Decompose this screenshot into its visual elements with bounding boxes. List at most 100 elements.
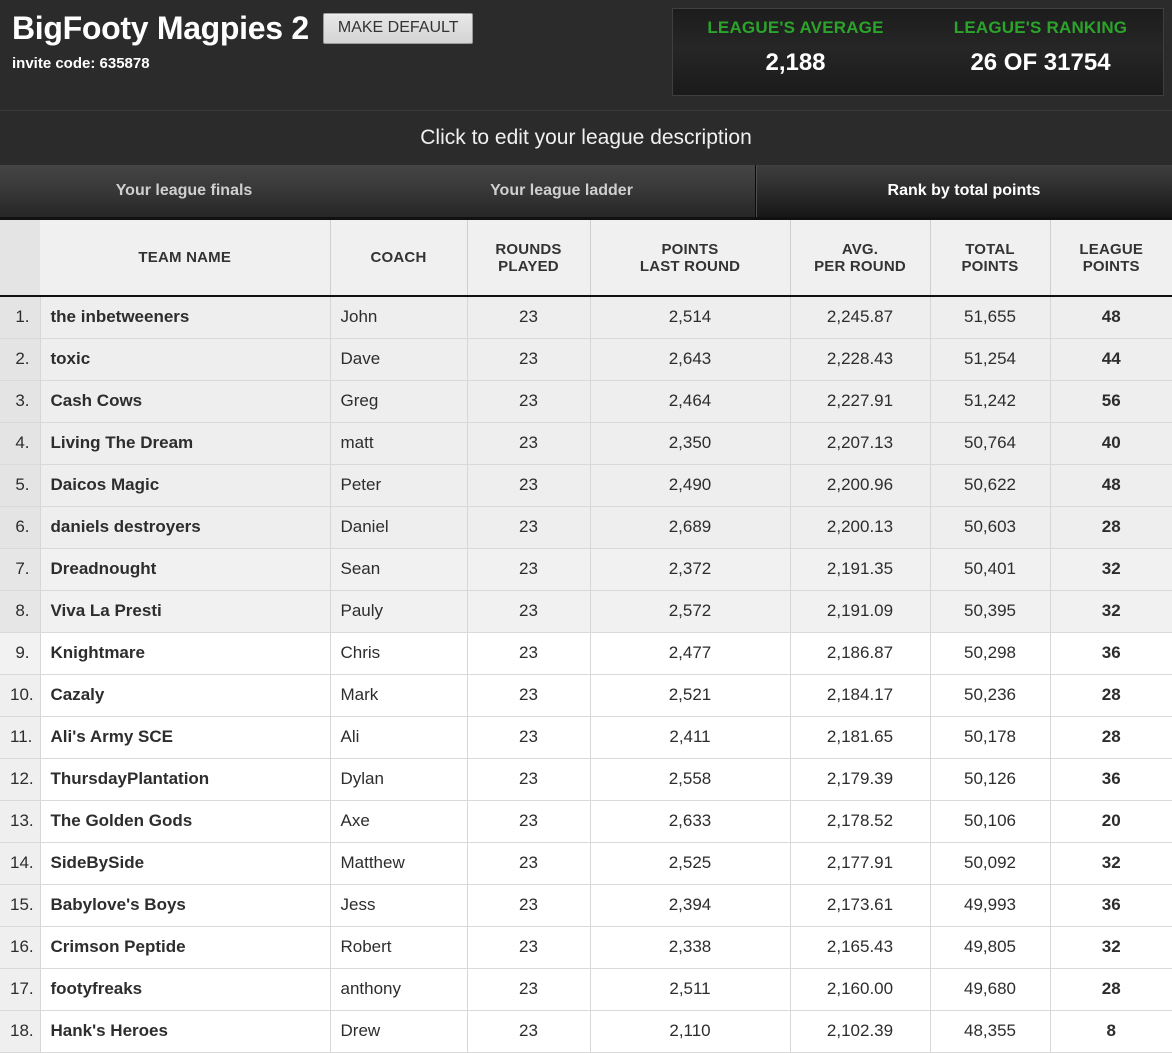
league-title-row: BigFooty Magpies 2 MAKE DEFAULT: [12, 8, 474, 48]
table-row[interactable]: 1. the inbetweeners John 23 2,514 2,245.87 51,…: [0, 296, 1172, 339]
cell-rounds-played: 23: [467, 716, 591, 759]
cell-league-points: 36: [1050, 632, 1172, 675]
table-row[interactable]: 11. Ali's Army SCE Ali 23 2,411 2,181.65 50,17…: [0, 716, 1172, 759]
table-row[interactable]: 3. Cash Cows Greg 23 2,464 2,227.91 51,242 56: [0, 380, 1172, 423]
cell-rank: 1.: [0, 296, 41, 339]
cell-total-points: 50,092: [930, 842, 1051, 885]
cell-rounds-played: 23: [467, 884, 591, 927]
cell-rounds-played: 23: [467, 926, 591, 969]
table-header-row: TEAM NAME COACH ROUNDS PLAYED POINTS LAS…: [0, 220, 1172, 297]
column-header-points-last-round[interactable]: POINTS LAST ROUND: [590, 220, 791, 297]
cell-rank: 8.: [0, 590, 41, 633]
cell-points-last-round: 2,514: [590, 296, 791, 339]
cell-total-points: 51,242: [930, 380, 1051, 423]
league-description-editor[interactable]: Click to edit your league description: [0, 110, 1172, 165]
column-header-label: COACH: [370, 249, 427, 266]
league-ranking-label: LEAGUE'S RANKING: [953, 18, 1128, 37]
table-body: 1. the inbetweeners John 23 2,514 2,245.87 51,…: [0, 296, 1172, 1053]
table-row[interactable]: 17. footyfreaks anthony 23 2,511 2,160.00 49,6…: [0, 968, 1172, 1011]
cell-coach: Daniel: [330, 506, 468, 549]
cell-rounds-played: 23: [467, 380, 591, 423]
table-row[interactable]: 4. Living The Dream matt 23 2,350 2,207.13 50,…: [0, 422, 1172, 465]
cell-rounds-played: 23: [467, 338, 591, 381]
table-row[interactable]: 12. ThursdayPlantation Dylan 23 2,558 2,179.3…: [0, 758, 1172, 801]
cell-rank: 12.: [0, 758, 41, 801]
cell-points-last-round: 2,350: [590, 422, 791, 465]
cell-rank: 15.: [0, 884, 41, 927]
cell-coach: anthony: [330, 968, 468, 1011]
cell-coach: John: [330, 296, 468, 339]
table-row[interactable]: 18. Hank's Heroes Drew 23 2,110 2,102.39 48,35…: [0, 1010, 1172, 1053]
cell-league-points: 32: [1050, 590, 1172, 633]
cell-avg-per-round: 2,191.09: [790, 590, 931, 633]
table-row[interactable]: 2. toxic Dave 23 2,643 2,228.43 51,254 44: [0, 338, 1172, 381]
cell-league-points: 28: [1050, 716, 1172, 759]
column-header-coach[interactable]: COACH: [330, 220, 468, 297]
cell-total-points: 48,355: [930, 1010, 1051, 1053]
column-header-label-line2: LAST ROUND: [639, 257, 741, 275]
cell-points-last-round: 2,689: [590, 506, 791, 549]
table-row[interactable]: 16. Crimson Peptide Robert 23 2,338 2,165.43 4…: [0, 926, 1172, 969]
table-row[interactable]: 15. Babylove's Boys Jess 23 2,394 2,173.61 49,…: [0, 884, 1172, 927]
tab-rank-by-total-points[interactable]: Rank by total points: [755, 165, 1172, 217]
cell-coach: Dave: [330, 338, 468, 381]
column-header-league-points[interactable]: LEAGUE POINTS: [1050, 220, 1172, 297]
column-header-avg-per-round[interactable]: AVG. PER ROUND: [790, 220, 931, 297]
cell-avg-per-round: 2,178.52: [790, 800, 931, 843]
cell-total-points: 49,805: [930, 926, 1051, 969]
cell-rounds-played: 23: [467, 590, 591, 633]
tab-your-league-finals[interactable]: Your league finals: [0, 165, 368, 217]
column-header-rank: [0, 220, 40, 297]
cell-coach: Axe: [330, 800, 468, 843]
cell-rank: 17.: [0, 968, 41, 1011]
table-row[interactable]: 6. daniels destroyers Daniel 23 2,689 2,200.1…: [0, 506, 1172, 549]
cell-avg-per-round: 2,165.43: [790, 926, 931, 969]
cell-league-points: 20: [1050, 800, 1172, 843]
cell-league-points: 28: [1050, 506, 1172, 549]
column-header-team-name[interactable]: TEAM NAME: [40, 220, 331, 297]
cell-avg-per-round: 2,245.87: [790, 296, 931, 339]
cell-avg-per-round: 2,102.39: [790, 1010, 931, 1053]
cell-league-points: 48: [1050, 464, 1172, 507]
cell-points-last-round: 2,558: [590, 758, 791, 801]
table-row[interactable]: 8. Viva La Presti Pauly 23 2,572 2,191.09 50,3…: [0, 590, 1172, 633]
cell-total-points: 50,603: [930, 506, 1051, 549]
cell-points-last-round: 2,394: [590, 884, 791, 927]
column-header-rounds-played[interactable]: ROUNDS PLAYED: [467, 220, 591, 297]
league-ranking-value: 26 OF 31754: [970, 49, 1111, 76]
cell-team-name: Living The Dream: [40, 422, 331, 465]
column-header-total-points[interactable]: TOTAL POINTS: [930, 220, 1051, 297]
cell-rounds-played: 23: [467, 296, 591, 339]
table-row[interactable]: 10. Cazaly Mark 23 2,521 2,184.17 50,236 28: [0, 674, 1172, 717]
make-default-button[interactable]: MAKE DEFAULT: [322, 12, 474, 44]
table-row[interactable]: 7. Dreadnought Sean 23 2,372 2,191.35 50,401 32: [0, 548, 1172, 591]
cell-coach: Chris: [330, 632, 468, 675]
cell-total-points: 51,254: [930, 338, 1051, 381]
column-header-label-line2: POINTS: [961, 257, 1019, 275]
cell-rank: 18.: [0, 1010, 41, 1053]
cell-points-last-round: 2,464: [590, 380, 791, 423]
league-average-label: LEAGUE'S AVERAGE: [707, 18, 884, 37]
cell-rounds-played: 23: [467, 674, 591, 717]
table-row[interactable]: 14. SideBySide Matthew 23 2,525 2,177.91 50,09…: [0, 842, 1172, 885]
cell-avg-per-round: 2,191.35: [790, 548, 931, 591]
table-row[interactable]: 13. The Golden Gods Axe 23 2,633 2,178.52 50,1…: [0, 800, 1172, 843]
cell-league-points: 8: [1050, 1010, 1172, 1053]
cell-avg-per-round: 2,200.96: [790, 464, 931, 507]
rank-by-total-points-table: TEAM NAME COACH ROUNDS PLAYED POINTS LAS…: [0, 220, 1172, 1053]
cell-team-name: Daicos Magic: [40, 464, 331, 507]
tab-your-league-ladder[interactable]: Your league ladder: [368, 165, 755, 217]
league-page: BigFooty Magpies 2 MAKE DEFAULT invite c…: [0, 0, 1172, 1053]
cell-points-last-round: 2,338: [590, 926, 791, 969]
table-row[interactable]: 5. Daicos Magic Peter 23 2,490 2,200.96 50,622…: [0, 464, 1172, 507]
cell-points-last-round: 2,572: [590, 590, 791, 633]
cell-rounds-played: 23: [467, 758, 591, 801]
cell-total-points: 50,178: [930, 716, 1051, 759]
cell-avg-per-round: 2,179.39: [790, 758, 931, 801]
cell-team-name: Dreadnought: [40, 548, 331, 591]
cell-coach: Greg: [330, 380, 468, 423]
column-header-label-line2: POINTS: [1082, 257, 1140, 275]
table-row[interactable]: 9. Knightmare Chris 23 2,477 2,186.87 50,298 36: [0, 632, 1172, 675]
cell-team-name: Cazaly: [40, 674, 331, 717]
cell-total-points: 49,680: [930, 968, 1051, 1011]
